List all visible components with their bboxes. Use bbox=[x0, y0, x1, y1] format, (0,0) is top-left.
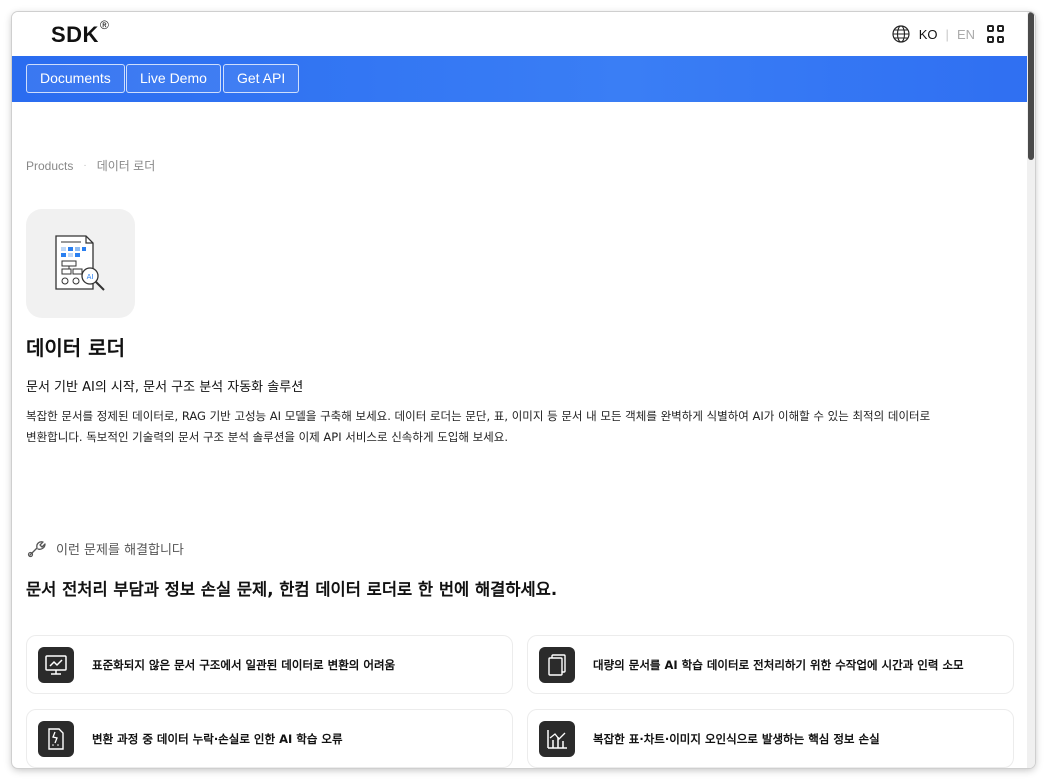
document-ai-analysis-icon: AI bbox=[55, 235, 105, 291]
stacked-documents-icon bbox=[539, 646, 575, 683]
problems-eyebrow: 이런 문제를 해결합니다 bbox=[26, 538, 184, 558]
problem-card-text: 표준화되지 않은 문서 구조에서 일관된 데이터로 변환의 어려움 bbox=[92, 657, 396, 672]
lang-en-option[interactable]: EN bbox=[957, 27, 975, 42]
description-line-2: 변환합니다. 독보적인 기술력의 문서 구조 분석 솔루션을 이제 API 서비… bbox=[26, 430, 508, 444]
svg-text:AI: AI bbox=[87, 273, 94, 281]
lang-separator: | bbox=[945, 26, 949, 42]
breadcrumb: Products · 데이터 로더 bbox=[26, 157, 155, 174]
problem-card-3: 변환 과정 중 데이터 누락·손실로 인한 AI 학습 오류 bbox=[26, 709, 513, 768]
problem-card-text: 복잡한 표·차트·이미지 오인식으로 발생하는 핵심 정보 손실 bbox=[593, 731, 880, 746]
problem-card-4: 복잡한 표·차트·이미지 오인식으로 발생하는 핵심 정보 손실 bbox=[527, 709, 1014, 768]
nav-bar: Documents Live Demo Get API bbox=[12, 56, 1035, 102]
product-icon-tile: AI bbox=[26, 209, 135, 318]
wrench-icon bbox=[27, 541, 46, 558]
apps-grid-icon[interactable] bbox=[987, 25, 1005, 43]
scrollbar-thumb[interactable] bbox=[1028, 12, 1034, 160]
page-title: 데이터 로더 bbox=[26, 336, 125, 360]
problem-card-1: 표준화되지 않은 문서 구조에서 일관된 데이터로 변환의 어려움 bbox=[26, 635, 513, 694]
problem-card-2: 대량의 문서를 AI 학습 데이터로 전처리하기 위한 수작업에 시간과 인력 … bbox=[527, 635, 1014, 694]
live-demo-button[interactable]: Live Demo bbox=[126, 64, 221, 93]
problems-heading: 문서 전처리 부담과 정보 손실 문제, 한컴 데이터 로더로 한 번에 해결하… bbox=[26, 580, 558, 599]
page-description: 복잡한 문서를 정제된 데이터로, RAG 기반 고성능 AI 모델을 구축해 … bbox=[26, 406, 966, 448]
breadcrumb-products[interactable]: Products bbox=[26, 159, 73, 173]
top-header: SDK® KO | EN bbox=[12, 12, 1035, 56]
problem-card-text: 대량의 문서를 AI 학습 데이터로 전처리하기 위한 수작업에 시간과 인력 … bbox=[593, 657, 964, 672]
broken-document-icon bbox=[38, 720, 74, 757]
documents-button[interactable]: Documents bbox=[26, 64, 125, 93]
lang-ko-option[interactable]: KO bbox=[919, 27, 938, 42]
description-line-1: 복잡한 문서를 정제된 데이터로, RAG 기반 고성능 AI 모델을 구축해 … bbox=[26, 409, 931, 423]
problem-card-text: 변환 과정 중 데이터 누락·손실로 인한 AI 학습 오류 bbox=[92, 731, 343, 746]
get-api-button[interactable]: Get API bbox=[223, 64, 300, 93]
breadcrumb-separator: · bbox=[83, 160, 87, 171]
logo-text: SDK bbox=[51, 22, 99, 47]
problems-eyebrow-text: 이런 문제를 해결합니다 bbox=[56, 542, 184, 558]
logo-registered-mark: ® bbox=[99, 18, 110, 32]
language-switcher: KO | EN bbox=[891, 24, 1005, 44]
monitor-chart-icon bbox=[38, 646, 74, 683]
globe-icon[interactable] bbox=[891, 24, 911, 44]
page-scrollbar[interactable] bbox=[1027, 12, 1035, 768]
page-subtitle: 문서 기반 AI의 시작, 문서 구조 분석 자동화 솔루션 bbox=[26, 380, 304, 395]
bar-chart-icon bbox=[539, 720, 575, 757]
breadcrumb-current: 데이터 로더 bbox=[96, 159, 156, 173]
site-logo[interactable]: SDK® bbox=[51, 18, 109, 48]
browser-window: SDK® KO | EN Documents Live Demo Get API… bbox=[12, 12, 1035, 768]
